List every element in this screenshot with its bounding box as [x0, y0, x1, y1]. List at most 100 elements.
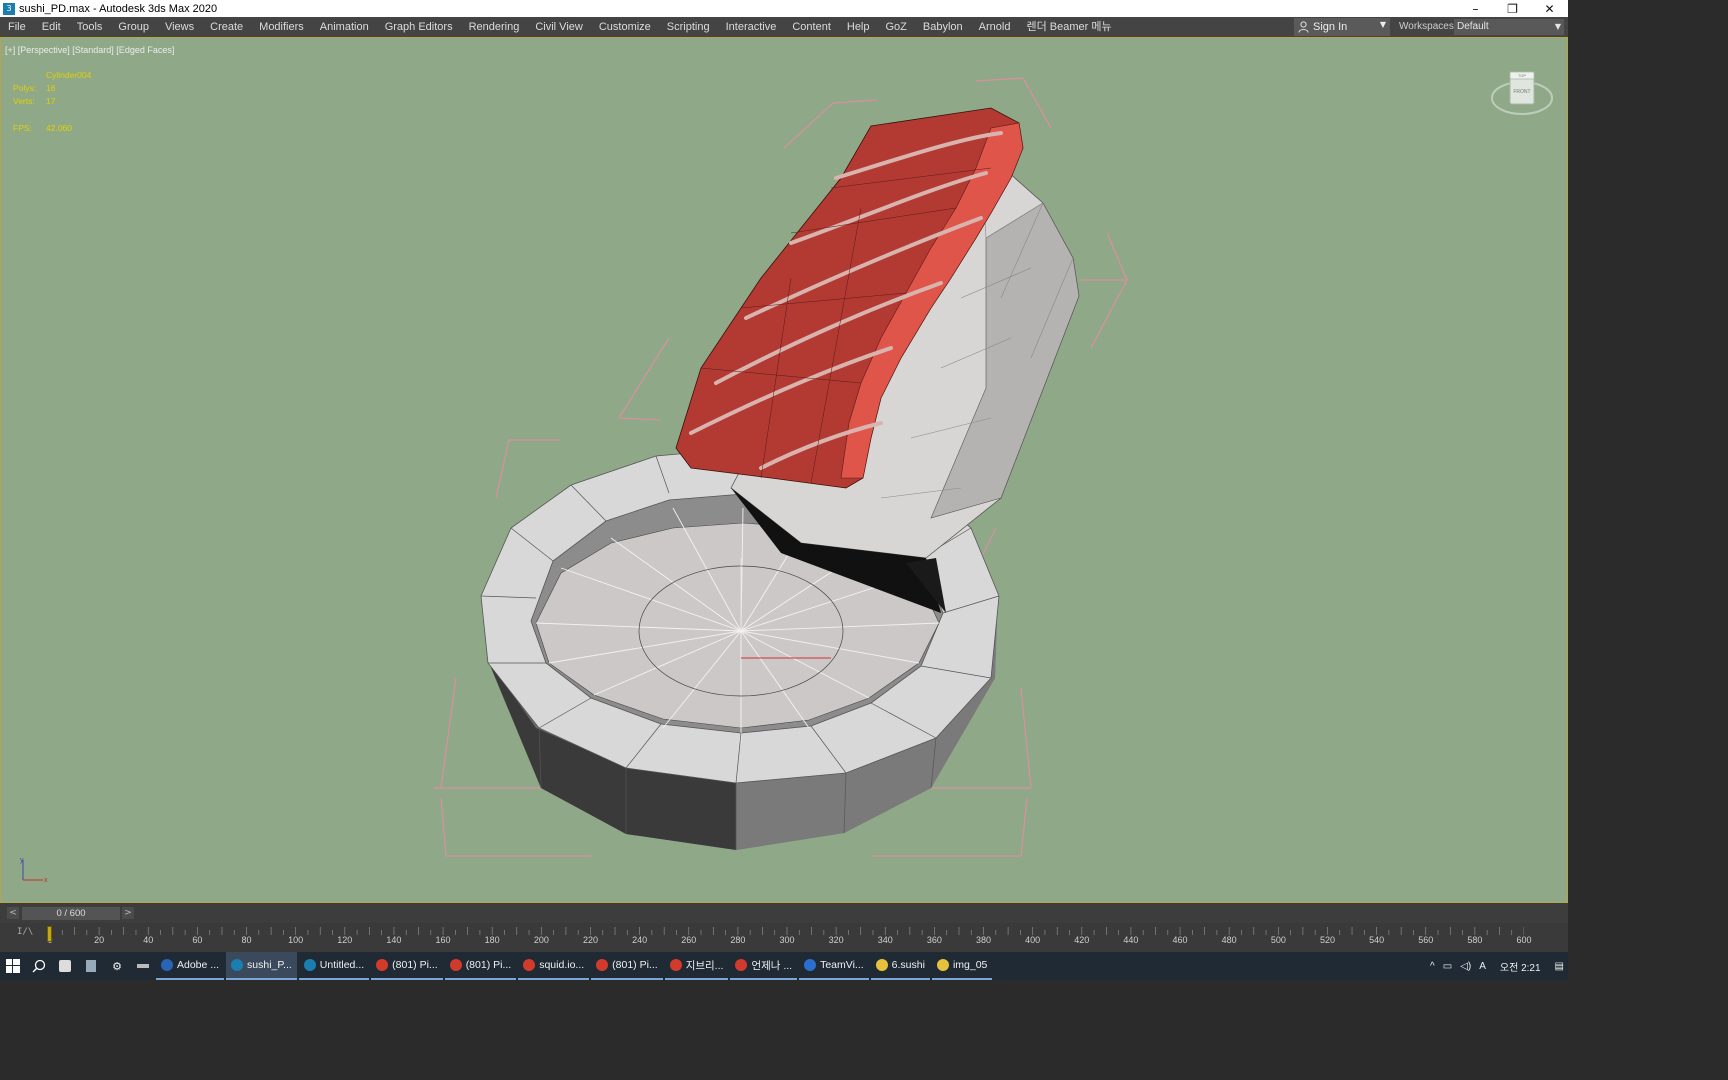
tick-label: 360 [926, 935, 942, 945]
3dsmax-app-icon: 3 [3, 2, 15, 15]
viewcube-top-label: TOP [1518, 73, 1526, 78]
pinned-app-icon[interactable] [78, 952, 104, 980]
taskbar-app-button[interactable]: TeamVi... [799, 952, 869, 980]
pinned-app-icon[interactable] [52, 952, 78, 980]
menu-group[interactable]: Group [110, 17, 157, 37]
sign-in-dropdown[interactable]: Sign In ▼ [1294, 18, 1390, 36]
menu-babylon[interactable]: Babylon [915, 17, 971, 37]
tick-label: 340 [877, 935, 893, 945]
menu-views[interactable]: Views [157, 17, 202, 37]
taskbar-app-button[interactable]: squid.io... [518, 952, 590, 980]
tick-label: 540 [1369, 935, 1385, 945]
taskbar-app-button[interactable]: Untitled... [298, 952, 370, 980]
tick-label: 560 [1418, 935, 1434, 945]
sushi-3d-model[interactable] [1, 38, 1567, 902]
menu-graph-editors[interactable]: Graph Editors [377, 17, 461, 37]
taskbar-app-button[interactable]: img_05 [931, 952, 993, 980]
chevron-down-icon: ▼ [1554, 22, 1561, 31]
taskbar-app-label: Adobe ... [177, 959, 220, 971]
clock[interactable]: 오전 2:21 [1490, 959, 1551, 974]
viewcube[interactable]: TOP FRONT [1489, 66, 1555, 122]
pinned-app-icon[interactable] [130, 952, 156, 980]
perspective-viewport[interactable]: [+] [Perspective] [Standard] [Edged Face… [0, 37, 1568, 903]
menu-animation[interactable]: Animation [312, 17, 377, 37]
viewcube-front-label: FRONT [1513, 89, 1530, 95]
taskbar-app-button[interactable]: Adobe ... [156, 952, 225, 980]
notification-icon[interactable]: ▤ [1551, 961, 1568, 972]
taskbar-app-label: squid.io... [539, 959, 585, 971]
user-icon [1298, 21, 1309, 33]
window-title: sushi_PD.max - Autodesk 3ds Max 2020 [19, 2, 218, 15]
volume-icon[interactable]: ◁) [1456, 961, 1475, 972]
menu-bar: File Edit Tools Group Views Create Modifiers An… [0, 17, 1568, 37]
tick-label: 100 [288, 935, 304, 945]
menu-civil-view[interactable]: Civil View [527, 17, 590, 37]
taskbar-app-label: Untitled... [319, 959, 365, 971]
taskbar-app-label: 지브리... [685, 959, 724, 972]
taskbar-app-button[interactable]: 언제나 ... [730, 952, 798, 980]
menu-rendering[interactable]: Rendering [461, 17, 528, 37]
menu-scripting[interactable]: Scripting [659, 17, 718, 37]
tick-label: 220 [582, 935, 598, 945]
menu-file[interactable]: File [0, 17, 34, 37]
next-frame-button[interactable]: > [122, 907, 134, 919]
restore-button[interactable]: ❐ [1494, 0, 1531, 17]
app-icon [735, 959, 748, 971]
menu-arnold[interactable]: Arnold [971, 17, 1019, 37]
axis-tripod: y x [20, 857, 48, 884]
axis-x-label: x [44, 877, 48, 884]
taskbar-app-button[interactable]: 지브리... [664, 952, 729, 980]
time-slider[interactable]: < 0 / 600 > [0, 903, 1568, 923]
tick-label: 580 [1467, 935, 1483, 945]
menu-customize[interactable]: Customize [591, 17, 659, 37]
tick-label: 500 [1270, 935, 1286, 945]
tick-label: 180 [484, 935, 500, 945]
app-icon [161, 959, 173, 971]
minimize-button[interactable]: – [1457, 0, 1494, 17]
menu-interactive[interactable]: Interactive [718, 17, 785, 37]
taskbar-app-button[interactable]: 6.sushi [870, 952, 930, 980]
menu-help[interactable]: Help [839, 17, 878, 37]
prev-frame-button[interactable]: < [7, 907, 19, 919]
taskbar-app-button[interactable]: sushi_P... [226, 952, 297, 980]
settings-icon[interactable]: ⚙ [104, 952, 130, 980]
workspaces-select[interactable]: Default ▼ [1454, 19, 1564, 35]
menu-content[interactable]: Content [784, 17, 839, 37]
close-button[interactable]: ✕ [1531, 0, 1568, 17]
taskbar-app-button[interactable]: (801) Pi... [591, 952, 663, 980]
menu-create[interactable]: Create [202, 17, 251, 37]
taskbar-app-label: (801) Pi... [612, 959, 658, 971]
tick-label: 520 [1319, 935, 1335, 945]
tick-label: 380 [976, 935, 992, 945]
tick-label: 40 [143, 935, 154, 945]
search-icon[interactable] [26, 952, 52, 980]
menu-modifiers[interactable]: Modifiers [251, 17, 312, 37]
tick-label: 200 [533, 935, 549, 945]
menu-tools[interactable]: Tools [69, 17, 111, 37]
title-bar: 3 sushi_PD.max - Autodesk 3ds Max 2020 –… [0, 0, 1568, 17]
track-bar[interactable]: I/\ 020406080100120140160180200220240260… [0, 923, 1568, 952]
app-icon [231, 959, 244, 971]
taskbar-app-button[interactable]: (801) Pi... [444, 952, 517, 980]
time-slider-thumb[interactable]: 0 / 600 [22, 907, 120, 920]
network-icon[interactable]: ▭ [1439, 961, 1456, 972]
tick-label: 320 [828, 935, 844, 945]
app-icon [875, 959, 888, 971]
current-frame-cursor[interactable] [47, 926, 52, 942]
trackbar-ticks [50, 927, 1524, 935]
taskbar-app-button[interactable]: (801) Pi... [371, 952, 443, 980]
ime-indicator[interactable]: A [1475, 961, 1490, 972]
chevron-up-icon[interactable]: ^ [1426, 961, 1439, 972]
taskbar-app-label: sushi_P... [247, 959, 292, 971]
menu-edit[interactable]: Edit [34, 17, 69, 37]
tick-label: 120 [337, 935, 353, 945]
tick-label: 400 [1025, 935, 1041, 945]
menu--beamer-[interactable]: 렌더 Beamer 메뉴 [1018, 17, 1119, 37]
taskbar-app-label: TeamVi... [820, 959, 864, 971]
tick-label: 260 [681, 935, 697, 945]
tick-label: 280 [730, 935, 746, 945]
curve-editor-icon[interactable]: I/\ [17, 927, 33, 937]
windows-start-icon[interactable] [0, 952, 26, 980]
menu-goz[interactable]: GoZ [878, 17, 915, 37]
taskbar-app-label: (801) Pi... [392, 959, 438, 971]
